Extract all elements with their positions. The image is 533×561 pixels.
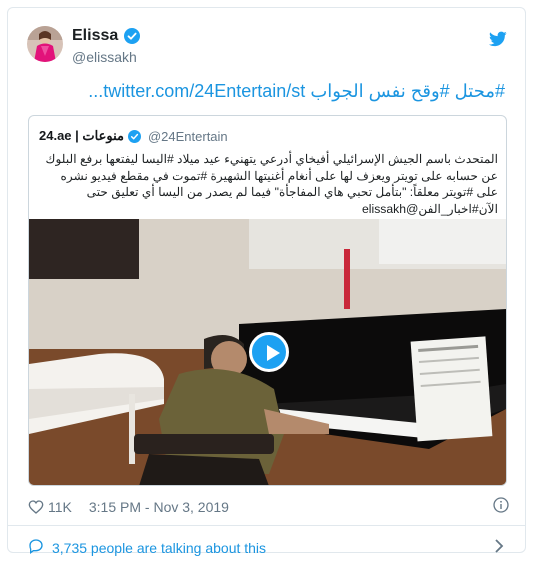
info-icon[interactable] xyxy=(493,497,509,513)
avatar[interactable] xyxy=(27,26,63,62)
tweet-footer: 11K 3:15 PM - Nov 3, 2019 xyxy=(28,496,509,518)
embedded-tweet-card[interactable]: Elissa @elissakh #محتل #وقح نفس الجواب t… xyxy=(7,7,526,556)
author-name[interactable]: Elissa xyxy=(72,27,118,45)
quoted-tweet[interactable]: 24.ae | منوعات @24Entertain المتحدث باسم… xyxy=(28,115,507,486)
twitter-bird-icon[interactable] xyxy=(489,31,507,47)
divider xyxy=(8,525,525,526)
tweet-text: #محتل #وقح نفس الجواب twitter.com/24Ente… xyxy=(25,79,505,103)
tweet-link[interactable]: twitter.com/24Entertain/st... xyxy=(88,81,305,101)
tweet-timestamp[interactable]: 3:15 PM - Nov 3, 2019 xyxy=(89,499,229,515)
verified-badge-icon xyxy=(124,28,141,44)
quoted-author-name[interactable]: 24.ae | منوعات xyxy=(39,128,124,144)
quoted-verified-badge-icon xyxy=(127,129,141,143)
tweet-hashtags-text[interactable]: #محتل #وقح نفس الجواب xyxy=(305,81,505,101)
heart-icon[interactable] xyxy=(28,499,44,515)
quoted-tweet-text: المتحدث باسم الجيش الإسرائيلي أفيخاي أدر… xyxy=(45,152,498,216)
author-name-row[interactable]: Elissa xyxy=(72,27,141,45)
conversation-count-text[interactable]: 3,735 people are talking about this xyxy=(52,540,266,556)
conversation-link[interactable]: 3,735 people are talking about this xyxy=(28,538,266,557)
play-button-icon[interactable] xyxy=(249,332,289,372)
quoted-tweet-header: 24.ae | منوعات @24Entertain xyxy=(39,128,228,144)
quoted-author-handle[interactable]: @24Entertain xyxy=(148,129,228,144)
chevron-right-icon[interactable] xyxy=(493,538,505,554)
like-count[interactable]: 11K xyxy=(48,499,72,515)
avatar-image xyxy=(27,26,63,62)
comment-bubble-icon xyxy=(28,538,44,557)
video-thumbnail[interactable] xyxy=(29,219,506,485)
author-handle[interactable]: @elissakh xyxy=(72,49,137,65)
